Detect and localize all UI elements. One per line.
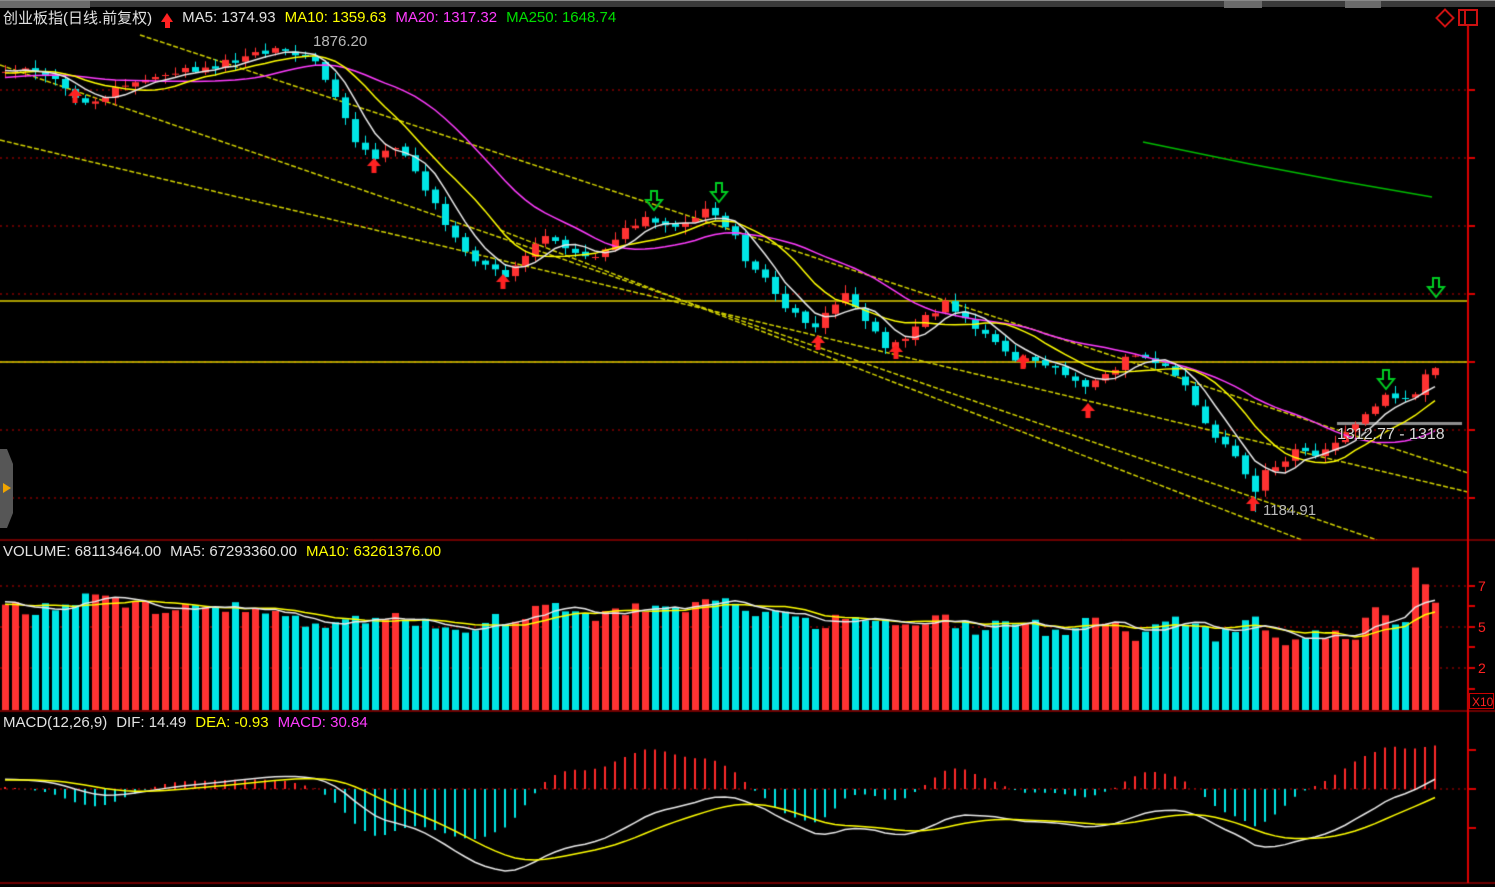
gap-range-label: 1312.77 - 1318 bbox=[1337, 426, 1464, 444]
volume-axis-tick-75: 7 bbox=[1478, 578, 1486, 594]
ma20-label[interactable]: MA20: 1317.32 bbox=[395, 9, 497, 26]
low-price-label: 1184.91 bbox=[1263, 502, 1316, 519]
macd-pane-header: MACD(12,26,9) DIF: 14.49 DEA: -0.93 MACD… bbox=[3, 713, 368, 731]
chart-canvas[interactable] bbox=[0, 0, 1495, 887]
play-icon bbox=[3, 483, 11, 493]
expand-panel-tab[interactable] bbox=[0, 449, 13, 528]
macd-value-label[interactable]: MACD: 30.84 bbox=[278, 714, 368, 731]
volume-multiplier-badge: X10 bbox=[1469, 693, 1494, 709]
dif-label[interactable]: DIF: 14.49 bbox=[116, 714, 186, 731]
ma250-label[interactable]: MA250: 1648.74 bbox=[506, 9, 616, 26]
macd-params-label[interactable]: MACD(12,26,9) bbox=[3, 714, 107, 731]
window-top-strip bbox=[0, 0, 1495, 7]
ma10-label[interactable]: MA10: 1359.63 bbox=[285, 9, 387, 26]
volume-axis-tick-50: 5 bbox=[1478, 619, 1486, 635]
trading-app-window: 创业板指(日线.前复权) MA5: 1374.93 MA10: 1359.63 … bbox=[0, 0, 1495, 887]
strip-segment bbox=[1224, 1, 1262, 8]
volume-ma10-label[interactable]: MA10: 63261376.00 bbox=[306, 543, 441, 560]
volume-label[interactable]: VOLUME: 68113464.00 bbox=[3, 543, 161, 560]
price-pane-header: 创业板指(日线.前复权) MA5: 1374.93 MA10: 1359.63 … bbox=[3, 8, 616, 26]
volume-pane-header: VOLUME: 68113464.00 MA5: 67293360.00 MA1… bbox=[3, 542, 441, 560]
strip-segment bbox=[1345, 1, 1381, 8]
up-arrow-icon bbox=[161, 13, 173, 22]
dea-label[interactable]: DEA: -0.93 bbox=[195, 714, 268, 731]
instrument-title: 创业板指(日线.前复权) bbox=[3, 7, 152, 28]
volume-ma5-label[interactable]: MA5: 67293360.00 bbox=[170, 543, 297, 560]
volume-axis-tick-25: 2 bbox=[1478, 660, 1486, 676]
ma5-label[interactable]: MA5: 1374.93 bbox=[182, 9, 275, 26]
high-price-label: 1876.20 bbox=[313, 33, 367, 50]
split-window-icon[interactable] bbox=[1458, 9, 1478, 26]
